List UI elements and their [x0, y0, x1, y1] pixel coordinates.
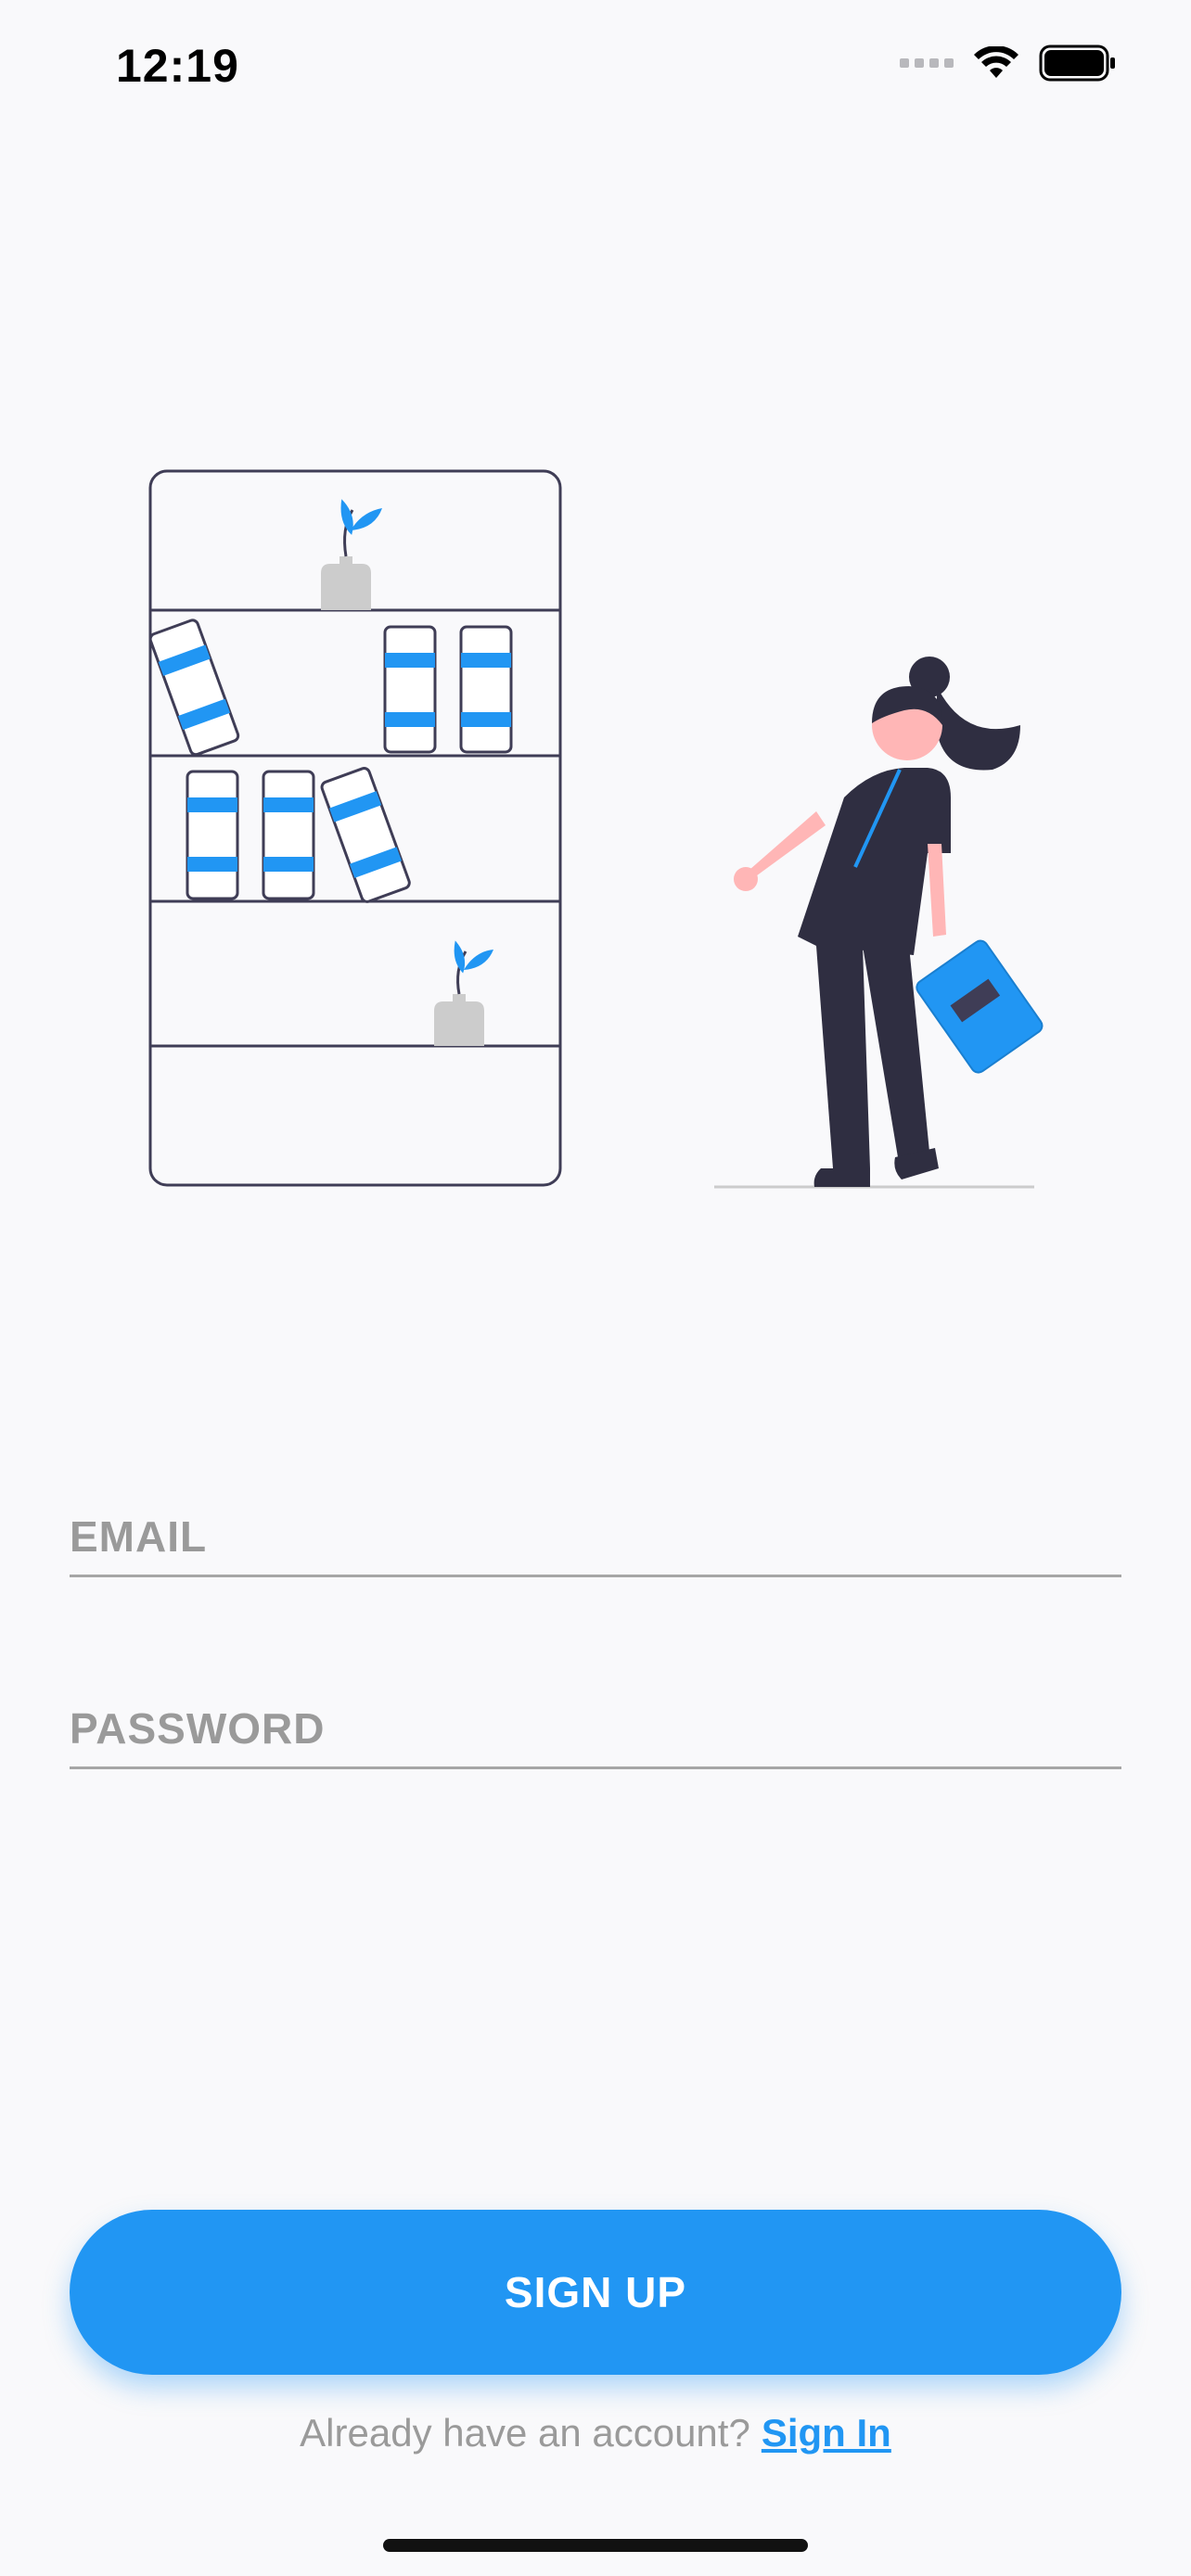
sign-in-prompt-text: Already have an account? — [300, 2411, 750, 2455]
plant-vase-bottom — [434, 940, 493, 1046]
email-field[interactable] — [70, 1482, 1121, 1577]
wifi-icon — [974, 46, 1018, 78]
books-shelf-1 — [148, 618, 513, 757]
bookshelf-woman-illustration — [148, 469, 1044, 1189]
battery-icon — [1039, 45, 1115, 82]
status-bar: 12:19 — [0, 0, 1191, 130]
sign-in-prompt-row: Already have an account? Sign In — [0, 2411, 1191, 2455]
plant-vase-top — [321, 499, 382, 610]
status-icons — [900, 45, 1117, 82]
home-indicator[interactable] — [383, 2539, 808, 2552]
status-time: 12:19 — [116, 40, 239, 92]
email-input[interactable] — [70, 1511, 1121, 1562]
password-input[interactable] — [70, 1703, 1121, 1753]
books-shelf-2 — [186, 767, 411, 903]
sign-up-button[interactable]: SIGN UP — [70, 2210, 1121, 2375]
woman-figure — [714, 657, 1044, 1189]
password-field[interactable] — [70, 1674, 1121, 1769]
sign-in-link[interactable]: Sign In — [762, 2411, 891, 2455]
cellular-signal-icon — [900, 58, 954, 68]
